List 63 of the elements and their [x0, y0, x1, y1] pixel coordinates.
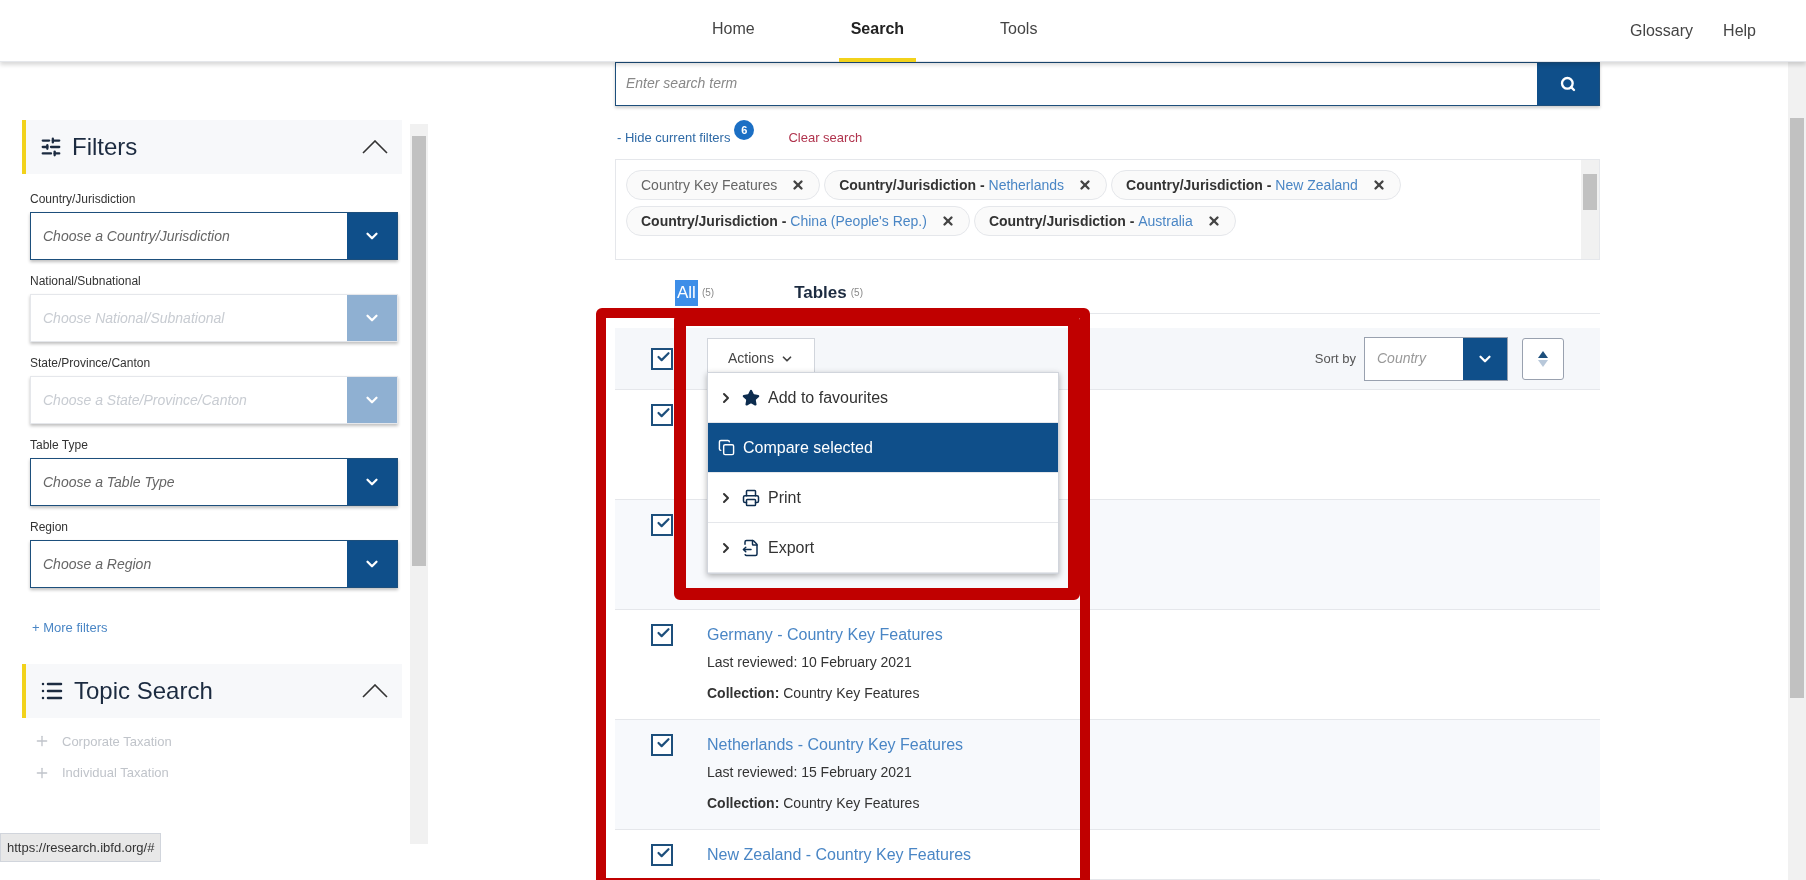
- filter-count-badge: 6: [734, 120, 755, 141]
- checkbox[interactable]: [651, 734, 673, 756]
- filter-chip[interactable]: Country Key Features: [626, 170, 821, 201]
- filter-chip[interactable]: Country/Jurisdiction - New Zealand: [1111, 170, 1401, 201]
- remove-icon: [1371, 178, 1386, 193]
- checkbox[interactable]: [651, 844, 673, 866]
- checkbox[interactable]: [651, 404, 673, 426]
- more-filters-link[interactable]: + More filters: [32, 618, 410, 638]
- checkbox[interactable]: [651, 514, 673, 536]
- file-export-icon: [742, 538, 760, 557]
- collection-text: Collection: Country Key Features: [707, 684, 921, 703]
- filter-chip[interactable]: Country/Jurisdiction - Australia: [973, 206, 1236, 237]
- menu-item[interactable]: Print: [708, 473, 1058, 523]
- sort-arrows-icon: [1537, 349, 1549, 368]
- filters-header[interactable]: Filters: [22, 120, 402, 174]
- chevron-up-icon: [362, 683, 388, 698]
- field-label: Table Type: [30, 437, 89, 454]
- remove-icon: [1078, 178, 1092, 193]
- result-title-link[interactable]: Germany - Country Key Features: [707, 624, 943, 646]
- result-tab[interactable]: Tables (5): [774, 280, 883, 313]
- checkbox[interactable]: [651, 624, 673, 646]
- nav-link[interactable]: Help: [1723, 18, 1756, 43]
- result-title-link[interactable]: New Zealand - Country Key Features: [707, 844, 972, 866]
- page-scrollbar[interactable]: [1788, 62, 1806, 880]
- remove-icon: [940, 214, 955, 229]
- filter-chip[interactable]: Country/Jurisdiction - China (People's Rep.): [626, 206, 970, 237]
- field-label: Country/Jurisdiction: [30, 191, 137, 208]
- menu-item[interactable]: Add to favourites: [708, 373, 1058, 423]
- remove-icon: [791, 178, 806, 193]
- review-date: Last reviewed: 10 February 2021: [707, 653, 913, 672]
- sort-order-button[interactable]: [1522, 337, 1564, 380]
- checkbox[interactable]: [651, 347, 673, 370]
- sort-label: Sort by: [1314, 349, 1356, 368]
- remove-icon: [1206, 214, 1221, 229]
- search-icon: [1560, 75, 1576, 92]
- topic-search-header[interactable]: Topic Search: [22, 663, 402, 718]
- nav-link[interactable]: Glossary: [1629, 18, 1694, 43]
- result-tab[interactable]: All (5): [655, 280, 735, 313]
- nav-tab[interactable]: Home: [700, 0, 767, 62]
- select-field[interactable]: Choose a Region: [30, 540, 398, 588]
- status-url: https://research.ibfd.org/#: [0, 832, 162, 862]
- chevron-up-icon: [362, 140, 388, 154]
- collection-text: Collection: Country Key Features: [707, 794, 921, 813]
- hide-filters-link[interactable]: - Hide current filters: [617, 127, 731, 148]
- field-label: Region: [30, 519, 70, 536]
- sliders-icon: [40, 136, 62, 158]
- star-icon: [742, 388, 760, 407]
- clear-search-link[interactable]: Clear search: [788, 127, 863, 148]
- field-label: State/Province/Canton: [30, 355, 152, 372]
- select-field[interactable]: Choose a Table Type: [30, 458, 398, 506]
- filter-chip[interactable]: Country/Jurisdiction - Netherlands: [824, 170, 1107, 201]
- result-title-link[interactable]: Netherlands - Country Key Features: [707, 734, 964, 756]
- review-date: Last reviewed: 15 February 2021: [707, 763, 913, 782]
- nav-tab[interactable]: Tools: [988, 0, 1050, 62]
- menu-item[interactable]: Compare selected: [708, 423, 1058, 473]
- menu-item[interactable]: Export: [708, 523, 1058, 573]
- field-label: National/Subnational: [30, 273, 142, 290]
- copy-icon: [718, 439, 735, 456]
- sidebar-scrollbar[interactable]: [410, 124, 428, 844]
- search-button[interactable]: [1537, 63, 1599, 105]
- chips-scrollbar[interactable]: [1581, 160, 1599, 260]
- printer-icon: [742, 488, 760, 507]
- select-field[interactable]: Choose a Country/Jurisdiction: [30, 212, 398, 260]
